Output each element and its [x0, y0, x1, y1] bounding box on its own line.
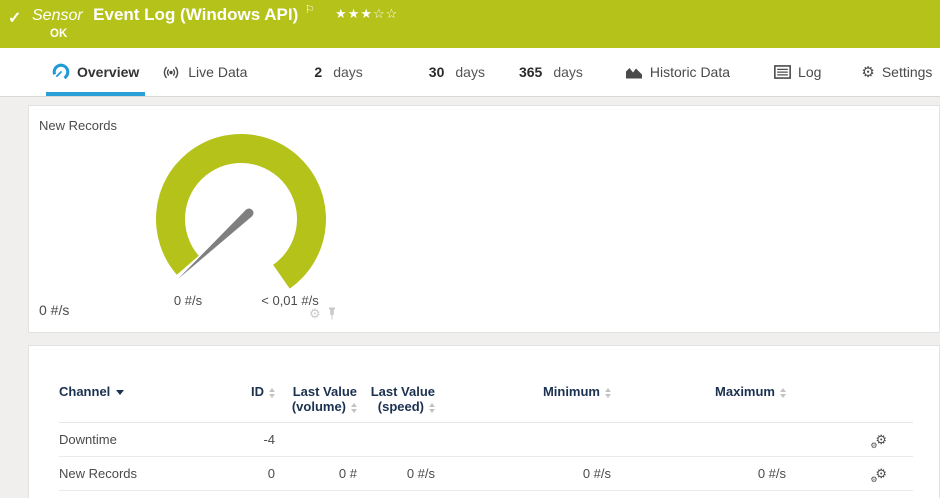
- sensor-header: ✓ Sensor Event Log (Windows API) ⚐ ★★★☆☆…: [0, 0, 940, 48]
- channel-name: Downtime: [59, 423, 229, 457]
- stars-empty: ☆☆: [373, 6, 398, 21]
- channel-table-panel: Channel ID Last Value(volume) Last Value…: [28, 345, 940, 498]
- flag-icon[interactable]: ⚐: [305, 4, 315, 16]
- tab-365-days-unit: days: [553, 64, 583, 80]
- tab-settings-label: Settings: [882, 64, 933, 80]
- column-header-minimum[interactable]: Minimum: [435, 370, 611, 423]
- tab-2-days-unit: days: [333, 64, 363, 80]
- gauge-arc: [156, 134, 326, 289]
- tab-overview[interactable]: Overview: [46, 48, 145, 96]
- sort-desc-icon: [116, 390, 124, 395]
- tab-30-days-unit: days: [455, 64, 485, 80]
- live-data-icon: [161, 65, 181, 80]
- column-header-channel[interactable]: Channel: [59, 370, 229, 423]
- content-area: New Records 0 #/s < 0,01 #/s 0 #/s ⚙: [0, 98, 940, 498]
- channel-actions: ⚙⚙: [786, 423, 913, 457]
- gauge-min-label: 0 #/s: [174, 293, 202, 308]
- tab-live-data-label: Live Data: [188, 64, 247, 80]
- channel-minimum: [435, 423, 611, 457]
- gauge-icon: [52, 63, 70, 81]
- channel-last-speed: 0 #/s: [357, 457, 435, 491]
- gear-icon: ⚙: [861, 65, 874, 80]
- tab-30-days[interactable]: 30 days: [423, 48, 491, 96]
- channel-name: New Records: [59, 457, 229, 491]
- table-header-row: Channel ID Last Value(volume) Last Value…: [59, 370, 913, 423]
- channel-last-speed: [357, 423, 435, 457]
- speed-header-line2: (speed): [378, 399, 424, 414]
- column-header-id[interactable]: ID: [229, 370, 275, 423]
- area-chart-icon: [625, 65, 643, 80]
- sort-icon: [780, 388, 786, 398]
- prtg-sensor-page: ✓ Sensor Event Log (Windows API) ⚐ ★★★☆☆…: [0, 0, 940, 498]
- minimum-header-label: Minimum: [543, 384, 600, 399]
- sort-icon: [429, 403, 435, 413]
- panel-gear-icon[interactable]: ⚙: [309, 307, 321, 320]
- sort-icon: [269, 388, 275, 398]
- channel-table: Channel ID Last Value(volume) Last Value…: [59, 370, 913, 491]
- column-header-last-value-speed[interactable]: Last Value(speed): [357, 370, 435, 423]
- tab-2-days-number: 2: [314, 64, 322, 80]
- tab-log[interactable]: Log: [768, 48, 827, 96]
- stars-filled: ★★★: [335, 6, 373, 21]
- channel-id: 0: [229, 457, 275, 491]
- sensor-tabbar: Overview Live Data 2 days 30 days 365 da…: [0, 48, 940, 97]
- tab-2-days[interactable]: 2 days: [308, 48, 368, 96]
- tab-overview-label: Overview: [77, 64, 139, 80]
- table-row: Downtime -4 ⚙⚙: [59, 423, 913, 457]
- channel-minimum: 0 #/s: [435, 457, 611, 491]
- channel-maximum: 0 #/s: [611, 457, 786, 491]
- sort-icon: [605, 388, 611, 398]
- maximum-header-label: Maximum: [715, 384, 775, 399]
- log-icon: [774, 65, 791, 79]
- sensor-title-line: Sensor Event Log (Windows API) ⚐ ★★★☆☆: [32, 5, 398, 25]
- tab-historic-data[interactable]: Historic Data: [619, 48, 736, 96]
- tab-365-days-number: 365: [519, 64, 542, 80]
- sensor-type-label: Sensor: [32, 7, 83, 24]
- priority-stars[interactable]: ★★★☆☆: [335, 6, 398, 21]
- channel-last-volume: [275, 423, 357, 457]
- channel-header-label: Channel: [59, 384, 110, 399]
- tab-live-data[interactable]: Live Data: [155, 48, 253, 96]
- gauge-title: New Records: [39, 118, 117, 133]
- volume-header-line2: (volume): [292, 399, 346, 414]
- column-header-last-value-volume[interactable]: Last Value(volume): [275, 370, 357, 423]
- id-header-label: ID: [251, 384, 264, 399]
- sensor-name: Event Log (Windows API): [93, 5, 298, 24]
- pin-icon[interactable]: [327, 307, 337, 320]
- channel-maximum: [611, 423, 786, 457]
- ok-check-icon: ✓: [8, 8, 21, 28]
- tab-30-days-number: 30: [429, 64, 445, 80]
- column-header-maximum[interactable]: Maximum: [611, 370, 786, 423]
- column-header-actions: [786, 370, 913, 423]
- channel-last-volume: 0 #: [275, 457, 357, 491]
- gauge-panel: New Records 0 #/s < 0,01 #/s 0 #/s ⚙: [28, 105, 940, 333]
- tab-365-days[interactable]: 365 days: [513, 48, 589, 96]
- channel-id: -4: [229, 423, 275, 457]
- gauge-panel-tools: ⚙: [309, 307, 337, 320]
- status-badge: OK: [50, 28, 67, 40]
- channel-settings-icon[interactable]: ⚙⚙: [875, 466, 887, 481]
- speed-header-line1: Last Value: [371, 384, 435, 399]
- channel-actions: ⚙⚙: [786, 457, 913, 491]
- gauge-current-value: 0 #/s: [39, 302, 69, 318]
- table-row: New Records 0 0 # 0 #/s 0 #/s 0 #/s ⚙⚙: [59, 457, 913, 491]
- sort-icon: [351, 403, 357, 413]
- volume-header-line1: Last Value: [293, 384, 357, 399]
- tab-historic-data-label: Historic Data: [650, 64, 730, 80]
- gauge-chart: [151, 132, 341, 294]
- tab-settings[interactable]: ⚙ Settings: [855, 48, 938, 96]
- tab-log-label: Log: [798, 64, 821, 80]
- channel-settings-icon[interactable]: ⚙⚙: [875, 432, 887, 447]
